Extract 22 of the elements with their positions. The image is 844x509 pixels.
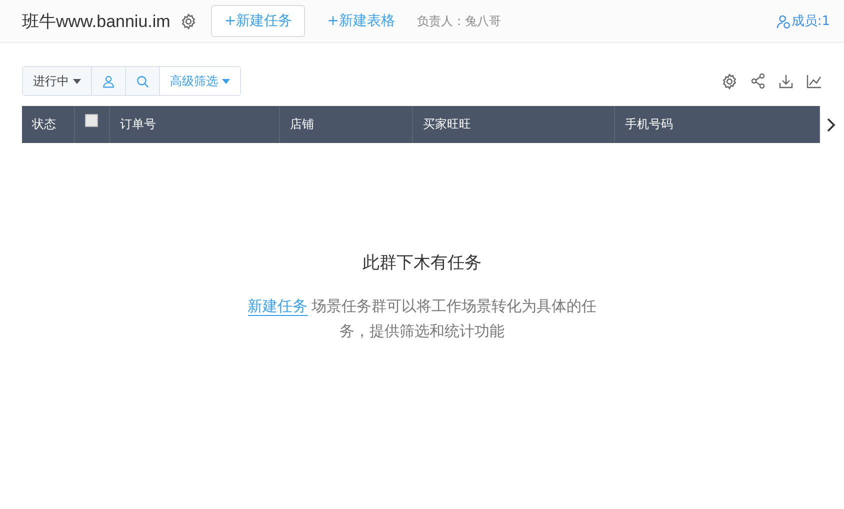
caret-icon bbox=[222, 78, 230, 84]
download-icon[interactable] bbox=[778, 72, 794, 88]
app-title: 班牛www.banniu.im bbox=[22, 10, 170, 32]
caret-icon bbox=[73, 78, 81, 84]
select-all-checkbox[interactable] bbox=[85, 114, 98, 127]
column-header[interactable]: 店铺 bbox=[290, 116, 314, 133]
chevron-right-icon[interactable] bbox=[826, 118, 836, 132]
settings-icon[interactable] bbox=[721, 72, 738, 90]
column-header[interactable]: 状态 bbox=[32, 116, 56, 133]
owner-label: 负责人：兔八哥 bbox=[416, 12, 501, 30]
search-icon bbox=[136, 74, 149, 88]
empty-title: 此群下木有任务 bbox=[362, 252, 482, 274]
column-header[interactable]: 订单号 bbox=[120, 116, 156, 133]
user-icon[interactable] bbox=[776, 14, 792, 28]
status-dropdown[interactable]: 进行中 bbox=[23, 67, 92, 95]
column-header[interactable]: 手机号码 bbox=[625, 116, 673, 133]
person-icon bbox=[102, 74, 115, 88]
share-icon[interactable] bbox=[750, 72, 766, 88]
empty-description: 新建任务 场景任务群可以将工作场景转化为具体的任务，提供筛选和统计功能 bbox=[246, 296, 598, 342]
settings-icon[interactable] bbox=[180, 12, 198, 30]
column-header[interactable]: 买家旺旺 bbox=[423, 116, 471, 133]
line-chart-icon[interactable] bbox=[806, 72, 822, 88]
